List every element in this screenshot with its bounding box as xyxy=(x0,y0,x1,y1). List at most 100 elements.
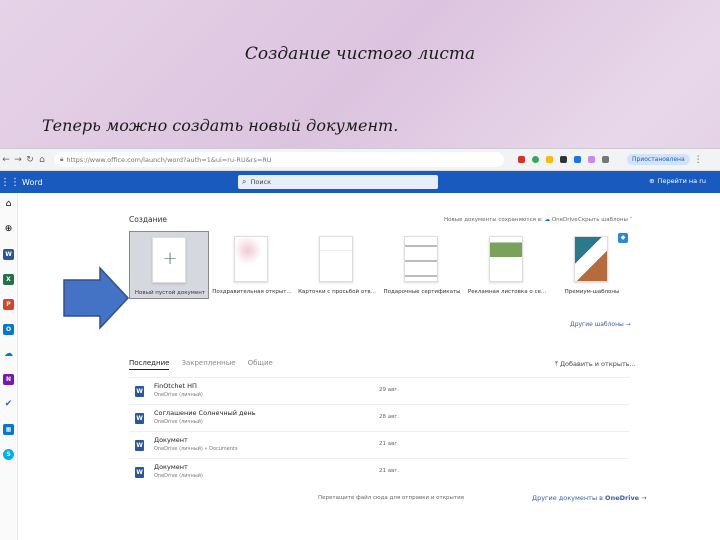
template-tile[interactable]: Рекламная листовка о се... xyxy=(467,231,547,299)
pointer-arrow xyxy=(63,266,130,330)
extension-icon[interactable] xyxy=(560,156,567,163)
list-item[interactable]: W FinOtchet НП OneDrive (личный) 29 авг. xyxy=(129,377,629,404)
upload-icon: ⤒ xyxy=(555,360,558,368)
search-icon: ⌕ xyxy=(242,177,247,186)
more-templates-link[interactable]: Другие шаблоны → xyxy=(570,321,631,328)
search-input[interactable]: ⌕ Поиск xyxy=(238,175,438,189)
recent-files-list: W FinOtchet НП OneDrive (личный) 29 авг.… xyxy=(129,377,629,485)
word-file-icon: W xyxy=(135,440,144,451)
file-location: OneDrive (личный) xyxy=(154,419,203,425)
template-thumbnail xyxy=(574,236,608,282)
file-date: 21 авг. xyxy=(379,441,399,447)
template-label: Новый пустой документ xyxy=(134,290,206,296)
slide-subtitle: Теперь можно создать новый документ. xyxy=(42,116,399,135)
file-location: OneDrive (личный) » Documents xyxy=(154,446,238,452)
file-name: Документ xyxy=(154,463,188,471)
address-bar[interactable]: 🔒︎ https://www.office.com/launch/word?au… xyxy=(54,152,504,167)
file-tabs: Последние Закрепленные Общие xyxy=(129,359,273,370)
extension-icon[interactable] xyxy=(518,156,525,163)
template-thumbnail xyxy=(489,236,523,282)
template-label: Поздравительная открыт... xyxy=(212,289,292,295)
word-app-icon[interactable]: W xyxy=(3,249,14,260)
extension-icon[interactable] xyxy=(546,156,553,163)
template-tile[interactable]: Поздравительная открыт... xyxy=(212,231,292,299)
extension-icon[interactable] xyxy=(588,156,595,163)
save-note-text: Новые документы сохраняются в: xyxy=(444,217,543,223)
drop-hint: Перетащите файл сюда для отправки и откр… xyxy=(318,495,464,501)
template-thumbnail xyxy=(319,236,353,282)
file-date: 29 авг. xyxy=(379,387,399,393)
template-thumbnail xyxy=(234,236,268,282)
browser-toolbar: ← → ↻ ⌂ 🔒︎ https://www.office.com/launch… xyxy=(0,149,720,171)
template-label: Рекламная листовка о се... xyxy=(467,289,547,295)
create-title: Создание xyxy=(129,215,167,224)
more-documents-service: OneDrive xyxy=(605,494,640,502)
app-name: Word xyxy=(22,177,43,187)
file-location: OneDrive (личный) xyxy=(154,473,203,479)
extension-icon[interactable] xyxy=(532,156,539,163)
arrow-right-icon: → xyxy=(625,321,631,328)
powerpoint-app-icon[interactable]: P xyxy=(3,299,14,310)
menu-icon[interactable]: ⋮ xyxy=(694,155,703,165)
extension-icon[interactable] xyxy=(574,156,581,163)
slide-title: Создание чистого листа xyxy=(244,44,476,64)
translate-button[interactable]: ⊕ Перейти на ru xyxy=(649,177,706,185)
address-url: https://www.office.com/launch/word?auth=… xyxy=(66,155,272,164)
app-launcher-icon[interactable]: ⋮⋮ xyxy=(0,177,20,188)
home-icon[interactable]: ⌂ xyxy=(3,199,14,210)
word-file-icon: W xyxy=(135,467,144,478)
file-location: OneDrive (личный) xyxy=(154,392,203,398)
list-item[interactable]: W Документ OneDrive (личный) 21 авг. xyxy=(129,458,629,485)
chevron-up-icon: ˄ xyxy=(629,217,633,223)
template-label: Карточки с просьбой отв... xyxy=(298,289,376,295)
onedrive-app-icon[interactable]: ☁ xyxy=(3,349,14,360)
tab-pinned[interactable]: Закрепленные xyxy=(181,359,235,370)
home-icon[interactable]: ⌂ xyxy=(36,155,48,165)
save-location-note: Новые документы сохраняются в: ☁ OneDriv… xyxy=(444,217,578,223)
create-icon[interactable]: ⊕ xyxy=(3,224,14,235)
word-file-icon: W xyxy=(135,413,144,424)
file-name: Документ xyxy=(154,436,188,444)
tab-shared[interactable]: Общие xyxy=(248,359,273,370)
globe-icon: ⊕ xyxy=(649,177,655,185)
template-tile[interactable]: Карточки с просьбой отв... xyxy=(297,231,377,299)
calendar-app-icon[interactable]: ▦ xyxy=(3,424,14,435)
extension-icons xyxy=(518,156,609,163)
plus-icon: + xyxy=(162,248,178,269)
hide-templates-link[interactable]: Скрыть шаблоны ˄ xyxy=(578,217,632,223)
skype-app-icon[interactable]: S xyxy=(3,449,14,460)
diamond-icon: ◆ xyxy=(618,233,628,243)
tab-recent[interactable]: Последние xyxy=(129,359,170,370)
todo-app-icon[interactable]: ✔ xyxy=(3,399,14,410)
list-item[interactable]: W Соглашение Солнечный день OneDrive (ли… xyxy=(129,404,629,431)
template-label: Подарочные сертификаты xyxy=(383,289,461,295)
outlook-app-icon[interactable]: O xyxy=(3,324,14,335)
file-name: Соглашение Солнечный день xyxy=(154,409,256,417)
excel-app-icon[interactable]: X xyxy=(3,274,14,285)
more-documents-label: Другие документы в xyxy=(532,494,603,502)
hide-templates-label: Скрыть шаблоны xyxy=(578,217,628,223)
file-date: 21 авг. xyxy=(379,468,399,474)
template-tile-blank[interactable]: + Новый пустой документ xyxy=(129,231,209,299)
forward-icon[interactable]: → xyxy=(12,155,24,165)
template-thumbnail: + xyxy=(152,237,186,283)
left-rail: ⌂ ⊕ W X P O ☁ N ✔ ▦ S xyxy=(0,193,18,540)
profile-paused-button[interactable]: Приостановлена xyxy=(627,154,690,165)
file-date: 28 авг. xyxy=(379,414,399,420)
back-icon[interactable]: ← xyxy=(0,155,12,165)
list-item[interactable]: W Документ OneDrive (личный) » Documents… xyxy=(129,431,629,458)
search-placeholder: Поиск xyxy=(250,178,272,186)
onedrive-link[interactable]: OneDrive xyxy=(552,217,578,223)
file-name: FinOtchet НП xyxy=(154,382,197,390)
reload-icon[interactable]: ↻ xyxy=(24,155,36,165)
extension-icon[interactable] xyxy=(602,156,609,163)
template-tile[interactable]: Подарочные сертификаты xyxy=(382,231,462,299)
more-documents-link[interactable]: Другие документы в OneDrive → xyxy=(532,494,647,502)
office-header: ⋮⋮ Word ⌕ Поиск ⊕ Перейти на ru xyxy=(0,171,720,193)
translate-label: Перейти на ru xyxy=(657,177,706,185)
template-label: Премиум-шаблоны xyxy=(564,289,620,295)
template-tile-premium[interactable]: ◆ Премиум-шаблоны xyxy=(552,231,632,299)
onenote-app-icon[interactable]: N xyxy=(3,374,14,385)
onedrive-icon: ☁ xyxy=(544,217,551,223)
upload-open-button[interactable]: ⤒ Добавить и открыть... xyxy=(555,360,636,369)
